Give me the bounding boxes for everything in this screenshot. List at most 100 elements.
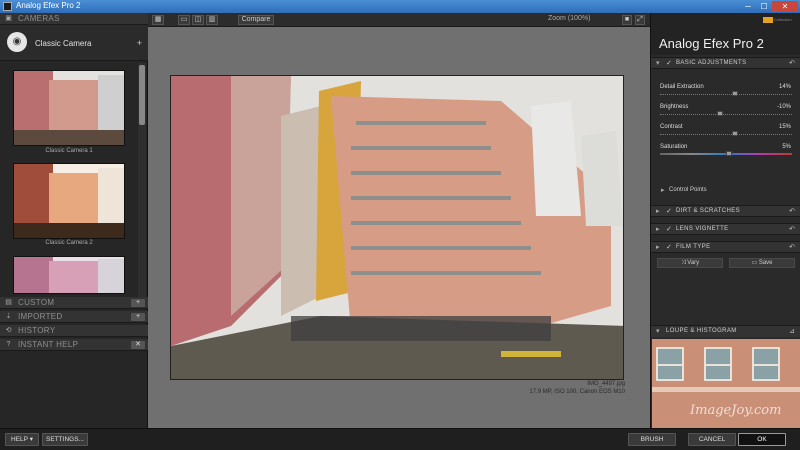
vary-button[interactable]: ⤨ Vary (657, 258, 723, 268)
preview-canvas: IMG_4497.jpg 17.9 MP, ISO 100, Canon EOS… (148, 27, 650, 428)
loupe-preview[interactable]: ImageJoy.com (652, 339, 800, 428)
preset-label-1: Classic Camera 1 (45, 148, 93, 154)
image-filename: IMG_4497.jpg (587, 381, 625, 387)
close-window-button[interactable]: ✕ (772, 1, 798, 12)
section-history[interactable]: ⟲ HISTORY (0, 325, 148, 337)
slider-contrast[interactable]: Contrast 15% (657, 124, 795, 142)
presets-scrollbar[interactable] (138, 63, 146, 308)
section-cameras[interactable]: ▣ CAMERAS (0, 13, 148, 25)
control-points-row[interactable]: ▸ Control Points (651, 185, 800, 197)
reset-icon[interactable]: ↶ (789, 59, 795, 67)
window-title: Analog Efex Pro 2 (16, 1, 81, 10)
preset-thumbnail-3[interactable] (13, 256, 125, 294)
slider-name: Detail Extraction (660, 84, 704, 90)
enable-checkbox[interactable]: ✓ (666, 59, 672, 67)
scrollbar-thumb[interactable] (139, 65, 145, 125)
filter-label: FILM TYPE (676, 244, 711, 250)
basic-adjustments-header[interactable]: ▾ ✓ BASIC ADJUSTMENTS ↶ (651, 57, 800, 69)
slider-brightness[interactable]: Brightness -10% (657, 104, 795, 122)
brush-button[interactable]: BRUSH (628, 433, 676, 446)
fullscreen-icon[interactable]: ⤢ (635, 15, 645, 25)
section-custom[interactable]: ▤ CUSTOM + (0, 297, 148, 309)
preview-image[interactable] (170, 75, 624, 380)
slider-knob[interactable] (725, 151, 732, 156)
background-color-icon[interactable]: ■ (622, 15, 632, 25)
maximize-button[interactable]: ☐ (756, 1, 772, 12)
slider-detail-extraction[interactable]: Detail Extraction 14% (657, 84, 795, 102)
watermark: ImageJoy.com (690, 403, 782, 418)
enable-checkbox[interactable]: ✓ (666, 207, 672, 215)
enable-checkbox[interactable]: ✓ (666, 225, 672, 233)
slider-value: 15% (778, 124, 791, 130)
collection-label: Collection (774, 17, 792, 22)
expand-arrow-icon[interactable]: ▸ (656, 243, 660, 251)
reset-icon[interactable]: ↶ (789, 243, 795, 251)
single-view-icon[interactable]: ▭ (178, 15, 190, 25)
custom-icon: ▤ (5, 299, 12, 306)
add-custom-button[interactable]: + (131, 299, 145, 307)
loupe-histogram-header[interactable]: ▾ LOUPE & HISTOGRAM ⊿ (651, 325, 800, 337)
reset-icon[interactable]: ↶ (789, 207, 795, 215)
view-toggle-icon[interactable]: ▦ (152, 15, 164, 25)
history-icon: ⟲ (5, 327, 12, 334)
cancel-button[interactable]: CANCEL (688, 433, 736, 446)
enable-checkbox[interactable]: ✓ (666, 243, 672, 251)
slider-saturation[interactable]: Saturation 5% (657, 144, 795, 162)
help-button[interactable]: HELP ▾ (5, 433, 39, 446)
slider-value: -10% (776, 104, 791, 110)
preset-thumbnail-1[interactable] (13, 70, 125, 146)
imported-icon: ⇣ (5, 313, 12, 320)
title-bar: Analog Efex Pro 2 ─ ☐ ✕ (0, 0, 800, 13)
slider-value: 5% (782, 144, 791, 150)
slider-knob[interactable] (731, 131, 738, 136)
preset-group-header[interactable]: ◉ Classic Camera + (0, 25, 148, 61)
collapse-arrow-icon[interactable]: ▾ (656, 59, 660, 67)
slider-name: Saturation (660, 144, 688, 150)
nik-logo (763, 17, 773, 23)
app-icon (3, 2, 12, 11)
slider-knob[interactable] (731, 91, 738, 96)
minimize-button[interactable]: ─ (740, 1, 756, 12)
image-info: 17.9 MP, ISO 100, Canon EOS M10 (529, 389, 625, 395)
section-label: CAMERAS (18, 14, 60, 23)
collapse-arrow-icon[interactable]: ▾ (656, 327, 660, 335)
section-instant-help[interactable]: ? INSTANT HELP ✕ (0, 339, 148, 351)
adjustments-panel: Collection Analog Efex Pro 2 ▾ ✓ BASIC A… (650, 13, 800, 428)
expand-arrow-icon[interactable]: ▸ (656, 225, 660, 233)
section-label: IMPORTED (18, 312, 63, 321)
filter-label: DIRT & SCRATCHES (676, 208, 741, 214)
reset-icon[interactable]: ↶ (789, 225, 795, 233)
expand-arrow-icon[interactable]: ▸ (656, 207, 660, 215)
preset-thumbnail-2[interactable] (13, 163, 125, 239)
filter-label: BASIC ADJUSTMENTS (676, 60, 747, 66)
lens-vignette-header[interactable]: ▸ ✓ LENS VIGNETTE ↶ (651, 223, 800, 235)
add-imported-button[interactable]: + (131, 313, 145, 321)
split-view-icon[interactable]: ◫ (192, 15, 204, 25)
control-points-label: Control Points (669, 187, 707, 193)
section-imported[interactable]: ⇣ IMPORTED + (0, 311, 148, 323)
close-help-button[interactable]: ✕ (131, 341, 145, 349)
expand-arrow-icon[interactable]: ▸ (661, 186, 665, 194)
camera-icon: ▣ (5, 15, 12, 22)
app-title-version: 2 (756, 36, 764, 51)
compare-button[interactable]: Compare (238, 15, 274, 25)
filter-label: LENS VIGNETTE (676, 226, 729, 232)
app-title-name: Analog Efex Pro (659, 36, 753, 51)
pin-icon[interactable]: ⊿ (789, 327, 795, 335)
film-type-header[interactable]: ▸ ✓ FILM TYPE ↶ (651, 241, 800, 253)
slider-knob[interactable] (716, 111, 723, 116)
save-label: Save (758, 260, 773, 266)
dirt-scratches-header[interactable]: ▸ ✓ DIRT & SCRATCHES ↶ (651, 205, 800, 217)
preset-label-2: Classic Camera 2 (45, 240, 93, 246)
side-by-side-view-icon[interactable]: ▥ (206, 15, 218, 25)
save-preset-button[interactable]: ▭ Save (729, 258, 795, 268)
add-preset-icon[interactable]: + (137, 38, 142, 48)
zoom-dropdown[interactable]: Zoom (100%) (548, 15, 590, 25)
section-label: CUSTOM (18, 298, 55, 307)
slider-name: Brightness (660, 104, 689, 110)
ok-button[interactable]: OK (738, 433, 786, 446)
street-photo-illustration (171, 76, 623, 379)
vary-save-row: ⤨ Vary ▭ Save (651, 258, 800, 268)
settings-button[interactable]: SETTINGS... (42, 433, 88, 446)
bottom-bar: HELP ▾ SETTINGS... BRUSH CANCEL OK (0, 428, 800, 450)
